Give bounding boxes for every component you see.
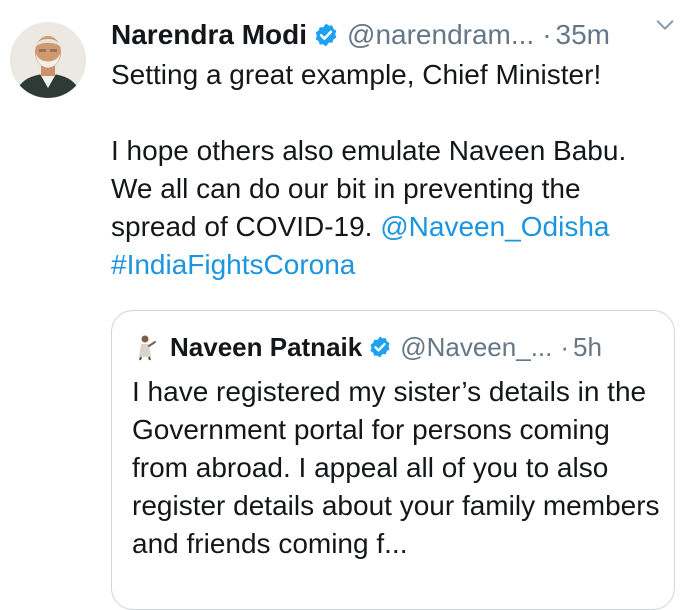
quoted-author-avatar[interactable]: [134, 333, 160, 361]
tweet-text: Setting a great example, Chief Minister!…: [111, 56, 671, 284]
tweet-line: spread of COVID-19. @Naveen_Odisha: [111, 208, 671, 246]
separator-dot: ·: [560, 331, 570, 362]
quoted-author-handle[interactable]: @Naveen_...: [400, 332, 552, 363]
quoted-author-name[interactable]: Naveen Patnaik: [170, 332, 362, 363]
tweet-line: We all can do our bit in preventing the: [111, 173, 581, 204]
tweet-line-break: [111, 94, 671, 132]
quoted-tweet-text: I have registered my sister’s details in…: [132, 376, 660, 559]
author-name[interactable]: Narendra Modi: [111, 12, 307, 58]
chevron-down-icon[interactable]: [654, 14, 676, 36]
quoted-tweet-header: Naveen Patnaik @Naveen_... · 5h: [134, 327, 664, 367]
tweet-header: Narendra Modi @narendram... · 35m: [111, 12, 670, 58]
verified-badge-icon: [370, 336, 390, 358]
author-handle[interactable]: @narendram...: [347, 12, 534, 58]
tweet-timestamp[interactable]: 35m: [556, 12, 610, 58]
separator-dot: ·: [542, 19, 552, 50]
tweet[interactable]: Narendra Modi @narendram... · 35m Settin…: [0, 0, 680, 610]
mention-link[interactable]: @Naveen_Odisha: [380, 211, 609, 242]
avatar-portrait-icon: [10, 22, 86, 98]
tweet-line-text: spread of COVID-19.: [111, 211, 381, 242]
verified-badge-icon: [315, 23, 337, 47]
author-avatar[interactable]: [10, 22, 86, 98]
tweet-line: Setting a great example, Chief Minister!: [111, 59, 602, 90]
hashtag-link[interactable]: #IndiaFightsCorona: [111, 249, 355, 280]
tweet-line: #IndiaFightsCorona: [111, 246, 671, 284]
quoted-tweet[interactable]: Naveen Patnaik @Naveen_... · 5h I have r…: [111, 310, 675, 610]
tweet-line: I hope others also emulate Naveen Babu.: [111, 135, 627, 166]
quoted-tweet-timestamp[interactable]: 5h: [573, 332, 602, 363]
